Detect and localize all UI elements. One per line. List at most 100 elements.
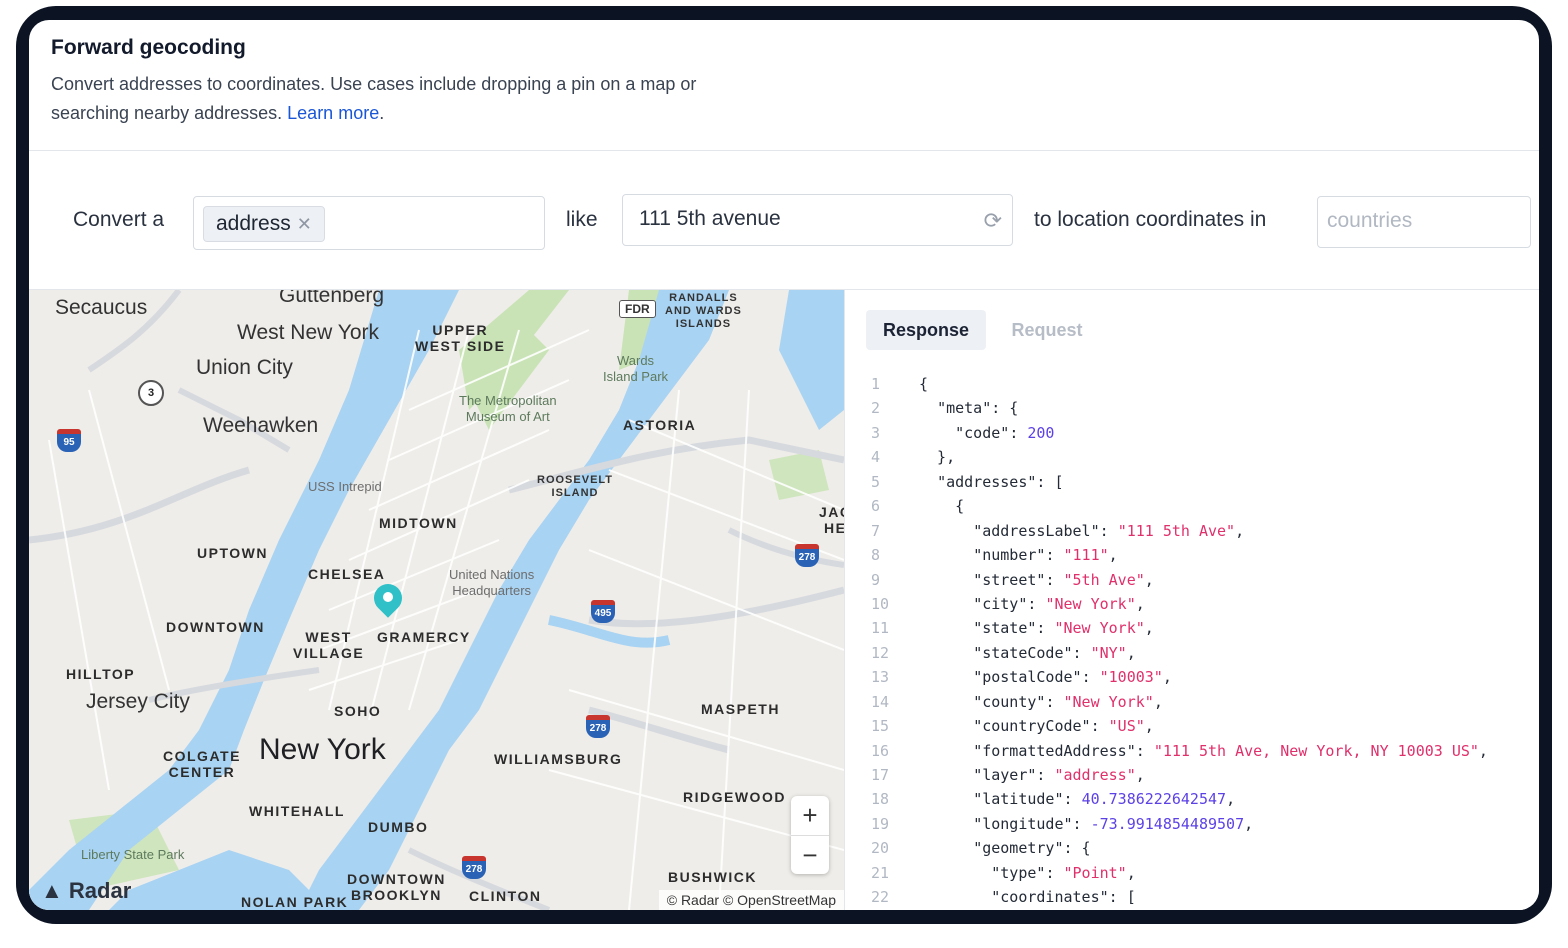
card-header: Forward geocoding Convert addresses to c… bbox=[29, 20, 1539, 151]
code-line: 16 "formattedAddress": "111 5th Ave, New… bbox=[871, 739, 1488, 763]
code-token: "county" bbox=[973, 692, 1046, 711]
label-dumbo: DUMBO bbox=[368, 819, 429, 835]
code-token: : bbox=[1072, 814, 1091, 833]
label-williamsburg: WILLIAMSBURG bbox=[494, 751, 623, 767]
line-number: 17 bbox=[871, 766, 890, 784]
code-line: 21 "type": "Point", bbox=[871, 861, 1488, 885]
zoom-out-button[interactable]: − bbox=[791, 836, 829, 875]
learn-more-link[interactable]: Learn more bbox=[287, 103, 379, 123]
label-west-village: WEST VILLAGE bbox=[293, 629, 365, 661]
map-view[interactable]: Secaucus Guttenberg West New York Union … bbox=[29, 290, 845, 910]
code-token: "countryCode" bbox=[973, 717, 1091, 736]
code-token: "10003" bbox=[1099, 668, 1163, 687]
line-number: 3 bbox=[871, 423, 881, 442]
line-number: 14 bbox=[871, 692, 890, 711]
interstate-278-shield: 278 bbox=[795, 544, 819, 567]
code-line: 14 "county": "New York", bbox=[871, 690, 1488, 714]
code-line: 1{ bbox=[871, 372, 1488, 396]
code-token: "NY" bbox=[1090, 643, 1127, 662]
code-token: , bbox=[1126, 863, 1136, 882]
code-token: "US" bbox=[1108, 717, 1145, 736]
code-token: , bbox=[1244, 814, 1254, 833]
code-line: 7 "addressLabel": "111 5th Ave", bbox=[871, 519, 1488, 543]
code-line: 10 "city": "New York", bbox=[871, 592, 1488, 616]
label-gramercy: GRAMERCY bbox=[377, 629, 471, 645]
code-token: : bbox=[1027, 594, 1046, 613]
code-token: , bbox=[1226, 790, 1236, 809]
countries-input[interactable]: countries bbox=[1317, 196, 1531, 248]
code-token: , bbox=[1144, 619, 1154, 638]
code-token: : { bbox=[991, 399, 1019, 418]
code-token: "meta" bbox=[937, 399, 992, 418]
code-token: , bbox=[1153, 692, 1163, 711]
label-uptown: UPTOWN bbox=[197, 545, 268, 561]
code-token: "state" bbox=[973, 619, 1037, 638]
code-token: : bbox=[1045, 692, 1064, 711]
code-line: 6 { bbox=[871, 494, 1488, 518]
line-number: 4 bbox=[871, 448, 881, 467]
code-token: "Point" bbox=[1063, 863, 1127, 882]
code-token: "formattedAddress" bbox=[973, 741, 1136, 760]
code-line: 19 "longitude": -73.9914854489507, bbox=[871, 812, 1488, 836]
line-number: 15 bbox=[871, 717, 890, 736]
code-token: "address" bbox=[1054, 766, 1136, 784]
code-token: , bbox=[1126, 643, 1136, 662]
label-upper-west-side: UPPER WEST SIDE bbox=[415, 322, 506, 354]
label-colgate-center: COLGATE CENTER bbox=[163, 748, 241, 780]
radar-logo: ▲ Radar bbox=[41, 878, 131, 904]
label-whitehall: WHITEHALL bbox=[249, 803, 345, 819]
response-tabs: Response Request bbox=[866, 310, 1104, 350]
map-attribution[interactable]: © Radar © OpenStreetMap bbox=[658, 890, 844, 910]
label-bushwick: BUSHWICK bbox=[668, 869, 757, 885]
tab-response[interactable]: Response bbox=[866, 310, 987, 350]
code-token: : bbox=[1036, 766, 1055, 784]
code-token: : bbox=[1045, 546, 1064, 565]
type-select[interactable]: address ✕ bbox=[193, 196, 545, 250]
code-token: { bbox=[919, 497, 965, 516]
code-token: "coordinates" bbox=[991, 888, 1109, 907]
refresh-icon[interactable]: ⟳ bbox=[984, 208, 1002, 234]
response-panel: Response Request 1{2 "meta": {3 "code": … bbox=[845, 290, 1539, 910]
line-number: 1 bbox=[871, 375, 881, 393]
code-token: , bbox=[1162, 668, 1172, 687]
code-token: { bbox=[919, 375, 929, 393]
code-token: : bbox=[1090, 717, 1109, 736]
zoom-in-button[interactable]: + bbox=[791, 796, 829, 836]
line-number: 5 bbox=[871, 472, 881, 491]
label-nolan-park: NOLAN PARK bbox=[241, 894, 349, 910]
code-token: "111" bbox=[1063, 546, 1109, 565]
label-wards-island-park: Wards Island Park bbox=[603, 353, 669, 384]
code-line: 22 "coordinates": [ bbox=[871, 885, 1488, 909]
line-number: 18 bbox=[871, 790, 890, 809]
code-token: , bbox=[1144, 570, 1154, 589]
code-token: , bbox=[1108, 546, 1118, 565]
code-token: "5th Ave" bbox=[1063, 570, 1145, 589]
label-new-york: New York bbox=[259, 733, 386, 766]
label-uss-intrepid: USS Intrepid bbox=[308, 479, 382, 494]
code-token: -73.9914854489507 bbox=[1090, 814, 1245, 833]
code-line: 12 "stateCode": "NY", bbox=[871, 641, 1488, 665]
countries-placeholder: countries bbox=[1327, 209, 1413, 232]
label-chelsea: CHELSEA bbox=[308, 566, 386, 582]
code-token: , bbox=[1135, 594, 1145, 613]
line-number: 7 bbox=[871, 521, 881, 540]
code-token: }, bbox=[919, 448, 956, 467]
card-description: Convert addresses to coordinates. Use ca… bbox=[51, 70, 731, 128]
type-chip-label: address bbox=[216, 212, 291, 235]
query-input[interactable]: 111 5th avenue ⟳ bbox=[622, 194, 1013, 246]
tab-request[interactable]: Request bbox=[994, 310, 1099, 350]
code-token: "New York" bbox=[1063, 692, 1154, 711]
remove-chip-icon[interactable]: ✕ bbox=[297, 214, 312, 234]
code-line: 4 }, bbox=[871, 445, 1488, 469]
convert-label: Convert a bbox=[73, 208, 165, 231]
code-token: : bbox=[1135, 741, 1154, 760]
